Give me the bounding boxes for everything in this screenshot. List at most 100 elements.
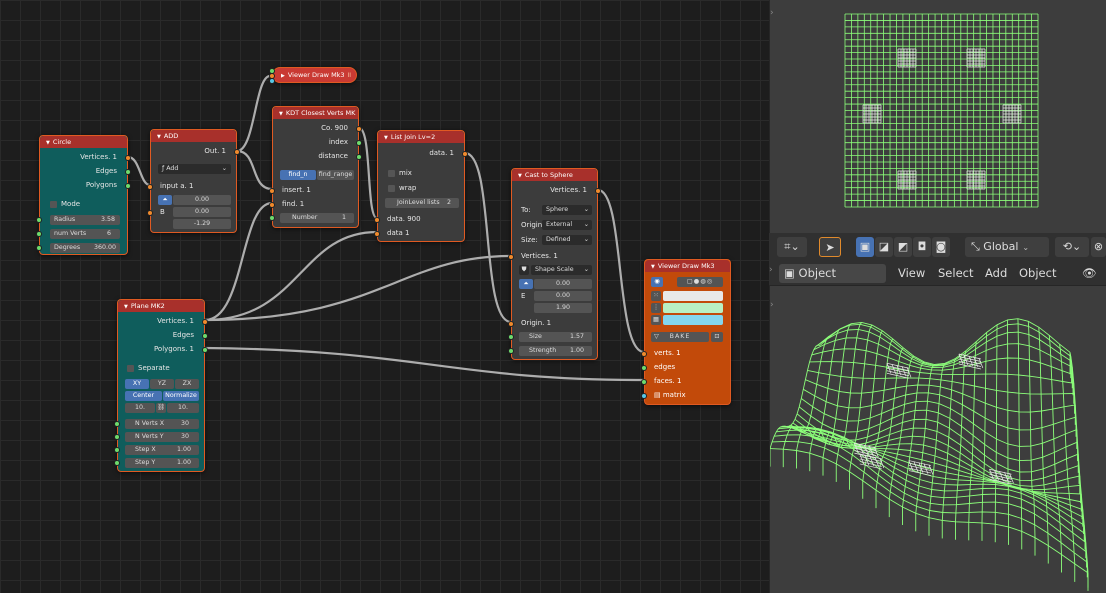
op-select[interactable]: ƒ Add ⌄ <box>158 164 231 174</box>
socket-in[interactable] <box>36 245 42 251</box>
edge-color-swatch[interactable] <box>663 303 723 313</box>
link-icon[interactable]: ⛓ <box>156 403 166 413</box>
vector-z-field[interactable]: 1.90 <box>534 303 592 313</box>
face-icon[interactable]: ▦ <box>651 315 661 325</box>
socket-out[interactable] <box>234 149 240 155</box>
socket-in[interactable] <box>508 254 514 260</box>
edge-icon[interactable]: ⋮ <box>651 303 661 313</box>
mode-checkbox[interactable] <box>50 201 57 208</box>
socket-in[interactable] <box>114 434 120 440</box>
plane-zx-button[interactable]: ZX <box>175 379 199 389</box>
socket-in[interactable] <box>269 78 275 84</box>
vector-x-field[interactable]: 0.00 <box>534 279 592 289</box>
socket-in[interactable] <box>641 351 647 357</box>
face-color-swatch[interactable] <box>663 315 723 325</box>
plane-node[interactable]: ▼ Plane MK2 Vertices. 1 Edges Polygons. 1… <box>114 299 208 472</box>
list-join-node[interactable]: ▼ List Join Lv=2 data. 1 mix wrap JoinLev… <box>374 130 468 242</box>
shield-icon[interactable]: ⛊ <box>519 265 529 275</box>
center-button[interactable]: Center <box>125 391 162 401</box>
circle-node[interactable]: ▼ Circle Vertices. 1 Edges Polygons Mode … <box>36 135 131 255</box>
socket-out[interactable] <box>125 183 131 189</box>
select-mode-new-icon[interactable]: ▣ <box>856 237 874 257</box>
vector-z-field[interactable]: -1.29 <box>173 219 231 229</box>
size-field[interactable]: Size 1.57 <box>519 332 592 342</box>
eye-icon[interactable]: ◉ <box>651 277 663 287</box>
socket-out[interactable] <box>595 188 601 194</box>
menu-view[interactable]: View <box>893 264 930 283</box>
socket-out[interactable] <box>202 333 208 339</box>
socket-out[interactable] <box>356 140 362 146</box>
node-header[interactable]: ▼ List Join Lv=2 <box>378 131 464 143</box>
shape-scale-select[interactable]: Shape Scale ⌄ <box>531 265 592 275</box>
number-field[interactable]: Number 1 <box>280 213 354 223</box>
menu-add[interactable]: Add <box>980 264 1012 283</box>
size-x-field[interactable]: 10. <box>125 403 155 413</box>
vector-mode-icon[interactable]: ⏶ <box>158 195 172 205</box>
select-cursor-icon[interactable]: ➤ <box>819 237 841 257</box>
node-header[interactable]: ▼ KDT Closest Verts MK <box>273 107 358 119</box>
display-mode-icons[interactable]: ▢●◍◎ <box>677 277 723 287</box>
plane-xy-button[interactable]: XY <box>125 379 149 389</box>
collapse-arrow-icon[interactable]: › <box>769 265 773 275</box>
socket-in[interactable] <box>269 188 275 194</box>
socket-out[interactable] <box>125 155 131 161</box>
socket-out[interactable] <box>356 126 362 132</box>
socket-in[interactable] <box>374 217 380 223</box>
step-y-field[interactable]: Step Y 1.00 <box>125 458 199 468</box>
node-header[interactable]: ▼ Cast to Sphere <box>512 169 597 181</box>
node-header[interactable]: ▼ ADD <box>151 130 236 142</box>
socket-in[interactable] <box>114 421 120 427</box>
transform-orientation-select[interactable]: ⤡ Global ⌄ <box>965 237 1049 257</box>
collapse-arrow-icon[interactable]: › <box>770 300 774 310</box>
socket-in[interactable] <box>269 215 275 221</box>
node-header[interactable]: ▼ Viewer Draw Mk3 <box>645 260 730 272</box>
wrap-checkbox[interactable] <box>388 185 395 192</box>
socket-out[interactable] <box>202 347 208 353</box>
viewer-draw-node[interactable]: ▼ Viewer Draw Mk3 ◉ ▢●◍◎ ⁙ ⋮ ▦ ▽ BAKE ⊡ ve… <box>641 259 731 405</box>
node-header[interactable]: ▼ Circle <box>40 136 127 148</box>
socket-in[interactable] <box>36 231 42 237</box>
socket-in[interactable] <box>641 379 647 385</box>
menu-object[interactable]: Object <box>1014 264 1061 283</box>
strength-field[interactable]: Strength 1.00 <box>519 346 592 356</box>
pivot-icon[interactable]: ⟲⌄ <box>1055 237 1089 257</box>
snap-icon[interactable]: ⌗⌄ <box>777 237 807 257</box>
vertex-color-swatch[interactable] <box>663 291 723 301</box>
find-n-button[interactable]: find_n <box>280 170 316 180</box>
object-mode-select[interactable]: ▣ Object Mode⌄ <box>779 264 886 299</box>
to-select[interactable]: Sphere ⌄ <box>542 205 592 215</box>
select-mode-invert-icon[interactable]: ◘ <box>913 237 931 257</box>
socket-in[interactable] <box>508 334 514 340</box>
socket-out[interactable] <box>202 319 208 325</box>
origin-select[interactable]: External ⌄ <box>542 220 592 230</box>
socket-in[interactable] <box>374 231 380 237</box>
socket-out[interactable] <box>462 151 468 157</box>
viewer-draw-top-node[interactable]: ▶ Viewer Draw Mk3 II <box>269 67 357 84</box>
snap-toggle-icon[interactable]: ⊗ <box>1091 237 1106 257</box>
vector-mode-icon[interactable]: ⏶ <box>519 279 533 289</box>
degrees-field[interactable]: Degrees 360.00 <box>50 243 120 253</box>
num-verts-field[interactable]: num Verts 6 <box>50 229 120 239</box>
size-y-field[interactable]: 10. <box>167 403 199 413</box>
kdt-node[interactable]: ▼ KDT Closest Verts MK Co. 900 index dist… <box>269 106 362 228</box>
socket-in[interactable] <box>269 202 275 208</box>
perspective-viewport[interactable]: › <box>769 286 1106 593</box>
socket-in[interactable] <box>114 460 120 466</box>
select-mode-subtract-icon[interactable]: ◩ <box>894 237 912 257</box>
vector-y-field[interactable]: 0.00 <box>173 207 231 217</box>
select-mode-intersect-icon[interactable]: ◙ <box>932 237 950 257</box>
menu-select[interactable]: Select <box>933 264 978 283</box>
vertex-icon[interactable]: ⁙ <box>651 291 661 301</box>
node-header[interactable]: ▼ Plane MK2 <box>118 300 204 312</box>
socket-out[interactable] <box>356 154 362 160</box>
socket-in[interactable] <box>147 210 153 216</box>
settings-icon[interactable]: ⊡ <box>711 332 723 342</box>
cast-to-sphere-node[interactable]: ▼ Cast to Sphere Vertices. 1 To: Sphere ⌄ … <box>508 168 601 360</box>
vector-x-field[interactable]: 0.00 <box>173 195 231 205</box>
socket-in[interactable] <box>114 447 120 453</box>
socket-in[interactable] <box>641 393 647 399</box>
socket-in[interactable] <box>36 217 42 223</box>
select-mode-extend-icon[interactable]: ◪ <box>875 237 893 257</box>
add-node[interactable]: ▼ ADD Out. 1 ƒ Add ⌄ input a. 1 ⏶ 0.00 B 0… <box>147 129 240 233</box>
plane-yz-button[interactable]: YZ <box>150 379 174 389</box>
